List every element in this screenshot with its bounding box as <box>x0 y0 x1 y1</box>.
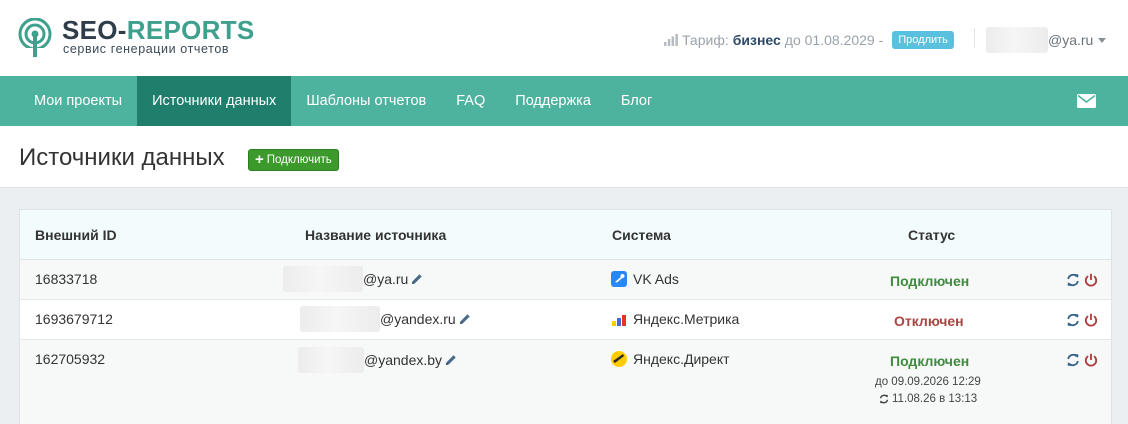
source-name-redacted <box>298 347 364 373</box>
table-header: Внешний ID Название источника Система Ст… <box>20 210 1111 260</box>
power-icon[interactable] <box>1084 353 1098 367</box>
status-badge: Отключен <box>894 313 964 329</box>
envelope-icon[interactable] <box>1077 94 1096 108</box>
signal-bars-icon <box>664 34 678 46</box>
tariff-info: Тариф: бизнес до 01.08.2029 - Продлить <box>664 31 954 49</box>
system: Яндекс.Директ <box>611 351 730 367</box>
row-actions <box>1066 273 1102 287</box>
external-id: 16833718 <box>35 271 98 287</box>
system: Яндекс.Метрика <box>611 311 739 327</box>
yandex-direct-icon <box>611 351 627 367</box>
page-title: Источники данных <box>19 144 225 171</box>
row-actions <box>1066 313 1102 327</box>
sync-icon <box>879 394 889 404</box>
table-row: 16833718 @ya.ru VK Ads Подключен <box>20 260 1111 300</box>
plus-icon: + <box>255 151 264 168</box>
refresh-icon[interactable] <box>1066 273 1080 287</box>
status-last-sync: 11.08.26 в 13:13 <box>879 393 977 405</box>
status-badge: Подключен <box>890 273 970 289</box>
top-header: SEO-REPORTS сервис генерации отчетов Тар… <box>0 0 1128 76</box>
source-name-suffix: @yandex.by <box>364 352 443 368</box>
column-header-system: Система <box>612 227 671 243</box>
table-row: 162705932 @yandex.by Яндекс.Директ Подкл… <box>20 340 1111 424</box>
source-name-redacted <box>283 266 363 292</box>
column-header-status: Статус <box>908 227 956 243</box>
source-name-suffix: @ya.ru <box>363 271 409 287</box>
main-nav: Мои проекты Источники данных Шаблоны отч… <box>0 76 1128 126</box>
nav-item-support[interactable]: Поддержка <box>500 76 606 126</box>
column-header-external-id: Внешний ID <box>35 227 117 243</box>
nav-item-faq[interactable]: FAQ <box>441 76 500 126</box>
source-name-redacted <box>300 306 380 332</box>
source-name: @yandex.ru <box>300 306 471 332</box>
external-id: 1693679712 <box>35 311 113 327</box>
nav-item-my-projects[interactable]: Мои проекты <box>0 76 137 126</box>
pencil-icon[interactable] <box>445 354 457 366</box>
nav-item-data-sources[interactable]: Источники данных <box>137 76 292 126</box>
caret-down-icon <box>1098 37 1107 43</box>
source-name: @yandex.by <box>298 347 457 373</box>
user-email-redacted <box>986 27 1048 53</box>
header-divider <box>974 28 975 48</box>
renew-button[interactable]: Продлить <box>892 31 954 49</box>
sources-table: Внешний ID Название источника Система Ст… <box>19 209 1112 424</box>
system-name: Яндекс.Метрика <box>633 311 740 327</box>
brand-subtitle: сервис генерации отчетов <box>63 42 230 56</box>
power-icon[interactable] <box>1084 313 1098 327</box>
nav-item-blog[interactable]: Блог <box>606 76 667 126</box>
status-last-sync-text: 11.08.26 в 13:13 <box>892 393 978 405</box>
pencil-icon[interactable] <box>459 313 471 325</box>
user-email-suffix: @ya.ru <box>1048 32 1094 48</box>
system: VK Ads <box>611 271 679 287</box>
pencil-icon[interactable] <box>411 273 423 285</box>
connect-button[interactable]: + Подключить <box>248 149 339 171</box>
connect-button-label: Подключить <box>266 154 332 166</box>
brand-name-part2: REPORTS <box>126 15 255 45</box>
status-badge: Подключен <box>890 353 970 369</box>
status-expires: до 09.09.2026 12:29 <box>875 376 981 388</box>
tariff-plan: бизнес <box>732 32 781 48</box>
logo-icon[interactable] <box>18 18 52 58</box>
source-name-suffix: @yandex.ru <box>380 311 456 327</box>
tariff-until: до 01.08.2029 - <box>784 32 884 48</box>
system-name: Яндекс.Директ <box>633 351 730 367</box>
brand-name[interactable]: SEO-REPORTS <box>62 16 255 44</box>
table-row: 1693679712 @yandex.ru Яндекс.Метрика Отк… <box>20 300 1111 340</box>
vk-ads-icon <box>611 271 627 287</box>
refresh-icon[interactable] <box>1066 353 1080 367</box>
nav-item-report-templates[interactable]: Шаблоны отчетов <box>291 76 441 126</box>
refresh-icon[interactable] <box>1066 313 1080 327</box>
yandex-metrika-icon <box>612 315 626 326</box>
brand-name-part1: SEO- <box>62 15 127 45</box>
tariff-label: Тариф: <box>682 32 729 48</box>
system-name: VK Ads <box>633 271 679 287</box>
external-id: 162705932 <box>35 351 106 367</box>
power-icon[interactable] <box>1084 273 1098 287</box>
row-actions <box>1066 353 1102 367</box>
user-menu[interactable]: @ya.ru <box>986 27 1107 53</box>
column-header-source-name: Название источника <box>305 227 447 243</box>
source-name: @ya.ru <box>283 266 423 292</box>
